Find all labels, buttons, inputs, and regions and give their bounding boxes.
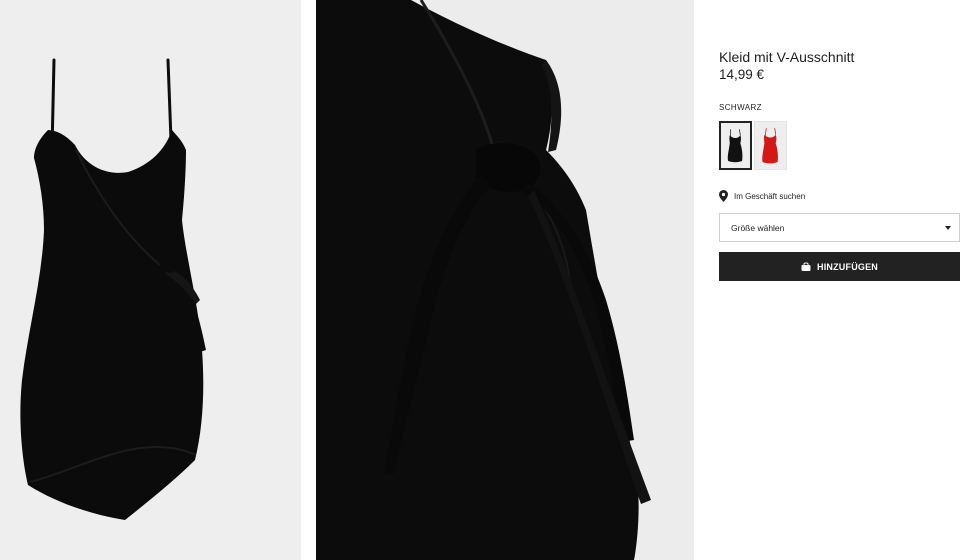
dress-red-thumbnail (755, 122, 786, 169)
dress-full-illustration (0, 0, 301, 560)
add-to-bag-button[interactable]: HINZUFÜGEN (719, 252, 960, 281)
find-in-store-label: Im Geschäft suchen (734, 191, 806, 201)
color-swatch-black[interactable] (719, 121, 752, 170)
add-to-bag-label: HINZUFÜGEN (817, 261, 878, 272)
bag-icon (801, 262, 811, 271)
location-pin-icon (719, 190, 728, 202)
find-in-store-link[interactable]: Im Geschäft suchen (719, 190, 805, 202)
size-select[interactable]: Größe wählen (719, 213, 960, 242)
caret-down-icon (945, 225, 951, 230)
selected-color-label: SCHWARZ (719, 103, 762, 112)
product-image-main[interactable] (0, 0, 301, 560)
product-image-detail[interactable] (316, 0, 694, 560)
product-title: Kleid mit V-Ausschnitt (719, 49, 855, 65)
dress-detail-illustration (316, 0, 694, 560)
dress-black-thumbnail (721, 123, 750, 168)
size-select-value: Größe wählen (731, 222, 785, 233)
product-price: 14,99 € (719, 67, 765, 82)
color-swatch-red[interactable] (754, 121, 787, 170)
